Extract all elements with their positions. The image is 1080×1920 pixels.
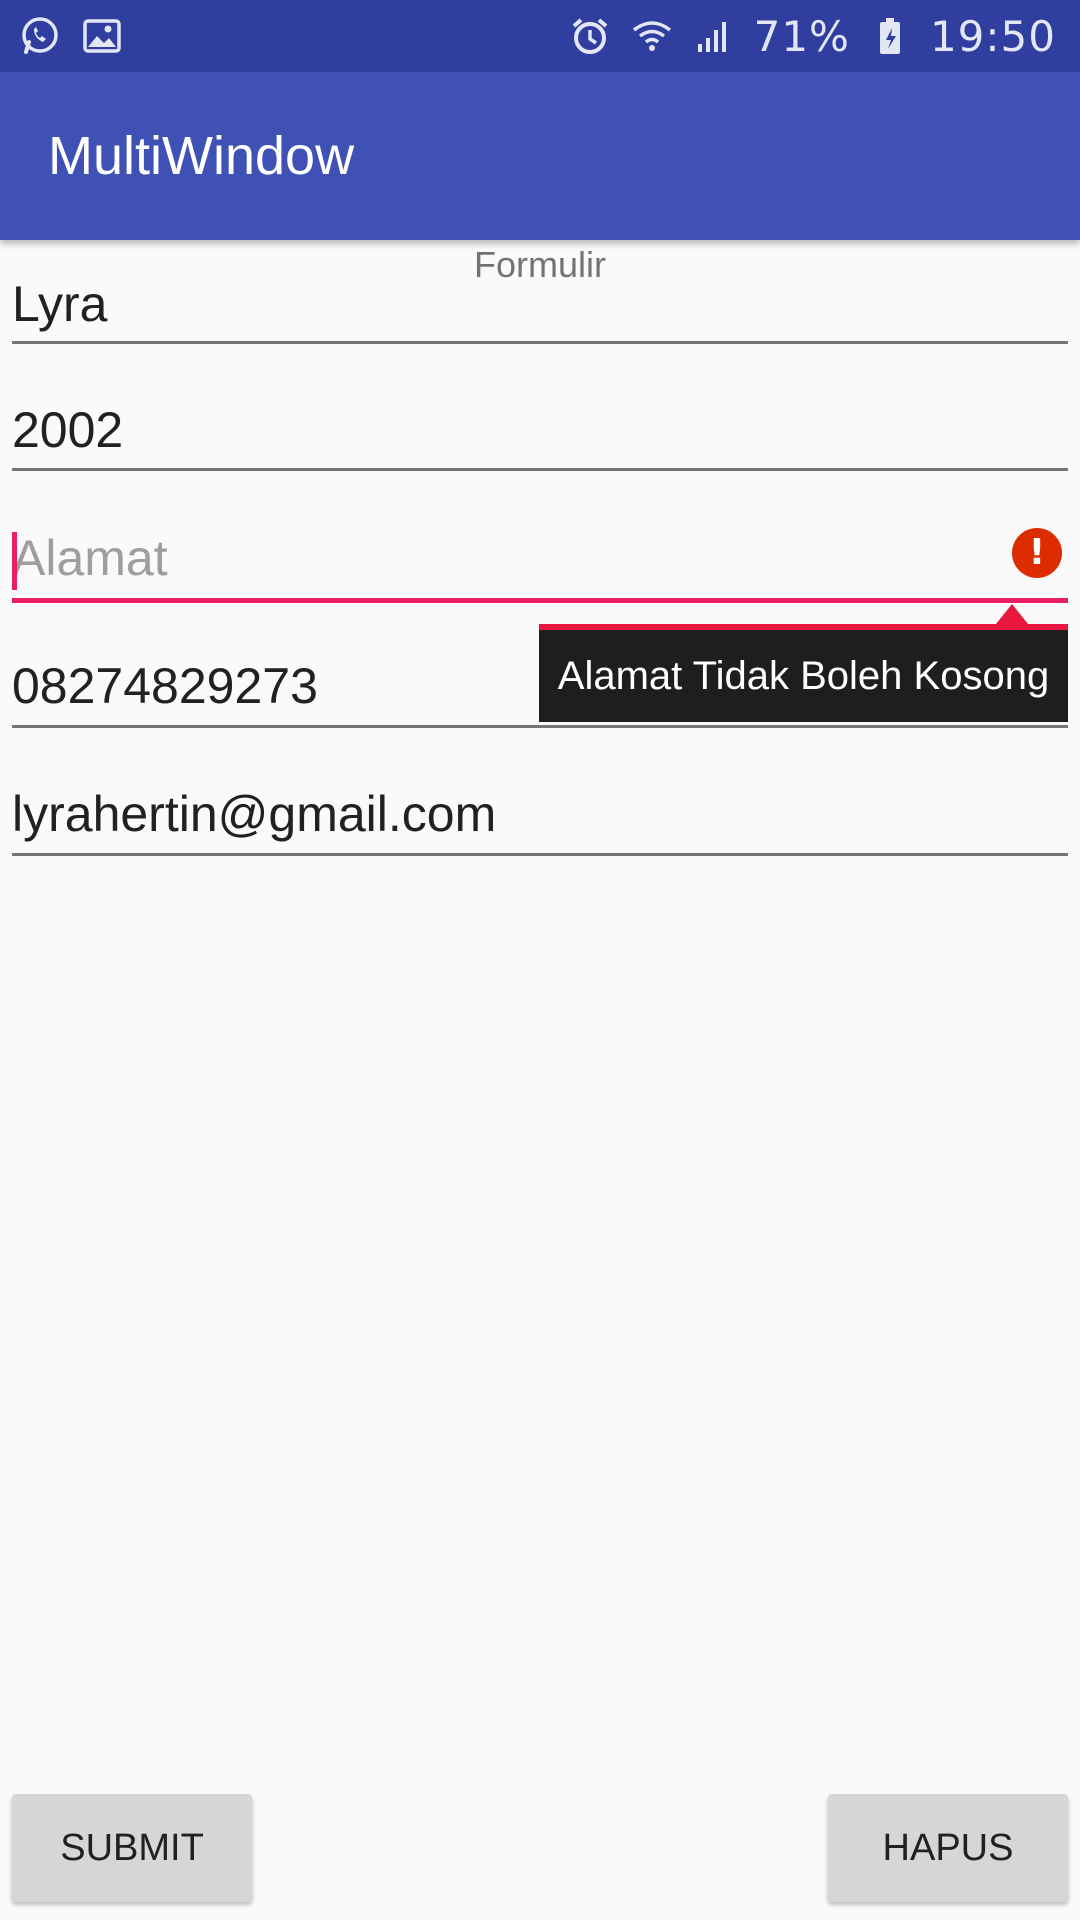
alarm-icon (568, 14, 612, 58)
address-field-placeholder: Alamat (12, 530, 168, 586)
image-icon (80, 14, 124, 58)
address-field[interactable]: Alamat ! (12, 528, 1068, 603)
app-title: MultiWindow (48, 126, 355, 186)
year-field[interactable]: 2002 (12, 400, 1068, 471)
submit-button[interactable]: SUBMIT (12, 1794, 252, 1902)
battery-percent: 71% (753, 11, 850, 61)
name-field[interactable]: Lyra (12, 274, 1068, 344)
status-bar: 71% 19:50 (0, 0, 1080, 72)
tooltip-arrow (996, 604, 1028, 624)
app-bar: MultiWindow (0, 72, 1080, 240)
text-cursor (12, 532, 17, 590)
clear-button[interactable]: HAPUS (828, 1794, 1068, 1902)
email-field-value: lyrahertin@gmail.com (12, 786, 497, 842)
status-bar-left (18, 14, 124, 58)
error-tooltip: Alamat Tidak Boleh Kosong (539, 624, 1068, 722)
status-bar-right: 71% 19:50 (568, 12, 1056, 61)
error-tooltip-text: Alamat Tidak Boleh Kosong (557, 653, 1050, 698)
email-field[interactable]: lyrahertin@gmail.com (12, 784, 1068, 856)
battery-charging-icon (868, 14, 912, 58)
wifi-icon (630, 14, 674, 58)
name-field-value: Lyra (12, 276, 108, 332)
year-field-value: 2002 (12, 402, 124, 458)
whatsapp-icon (18, 14, 62, 58)
clock: 19:50 (929, 11, 1056, 61)
error-icon[interactable]: ! (1012, 528, 1062, 578)
signal-icon (692, 14, 736, 58)
